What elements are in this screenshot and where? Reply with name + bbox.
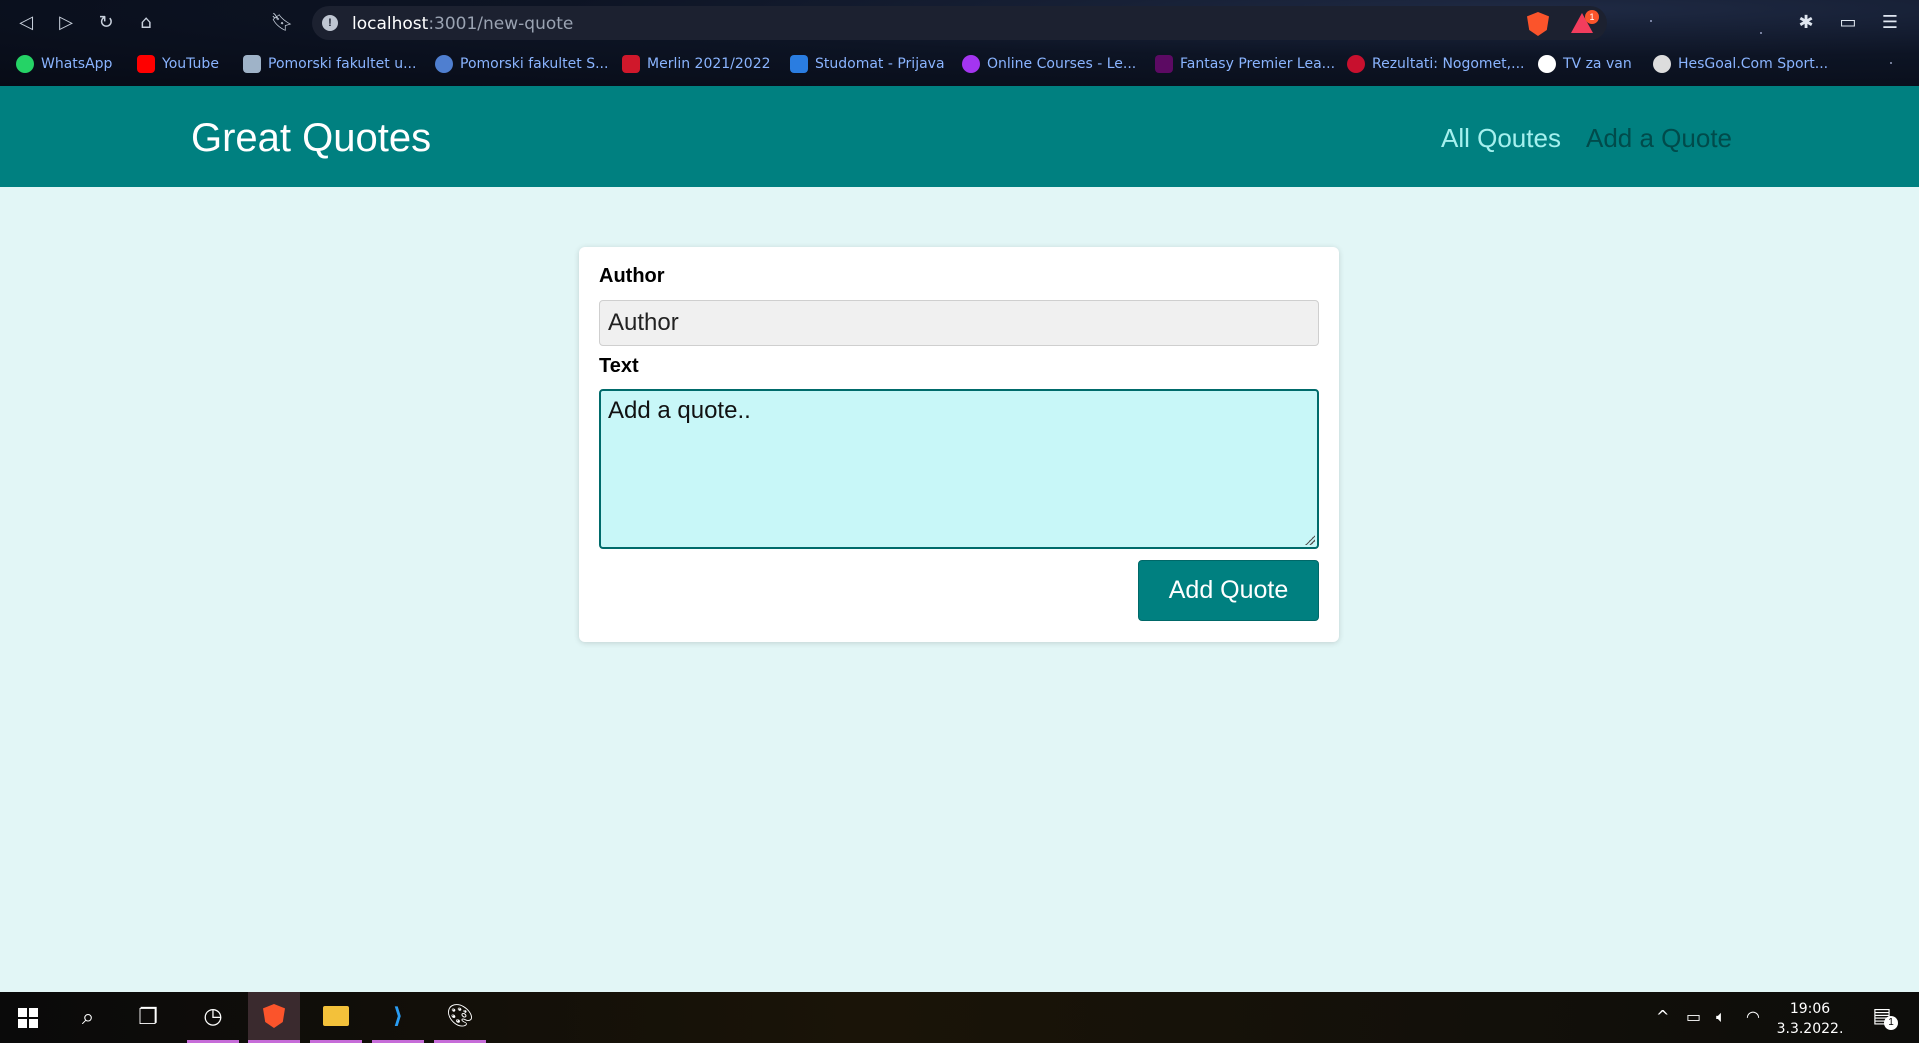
notification-count-badge: 1 — [1884, 1016, 1898, 1030]
rewards-badge: 1 — [1585, 10, 1599, 24]
home-icon[interactable]: ⌂ — [134, 11, 158, 35]
system-clock[interactable]: 19:06 3.3.2022. — [1770, 999, 1850, 1039]
file-explorer-icon[interactable] — [310, 992, 362, 1043]
author-input[interactable] — [599, 300, 1319, 346]
address-bar[interactable]: ! localhost:3001/new-quote 1 — [312, 6, 1607, 40]
bookmark-rezultati[interactable]: Rezultati: Nogomet,... — [1347, 54, 1524, 74]
new-quote-form: Author Text Add Quote — [579, 247, 1339, 642]
windows-logo-icon — [18, 1007, 38, 1028]
add-quote-button[interactable]: Add Quote — [1138, 560, 1319, 621]
studomat-icon — [790, 55, 808, 73]
search-icon[interactable]: ⌕ — [62, 992, 114, 1043]
browser-toolbar: ◁ ▷ ↻ ⌂ 🔖︎ ! localhost:3001/new-quote 1 … — [0, 0, 1919, 46]
bookmarks-bar: WhatsApp YouTube Pomorski fakultet u... … — [0, 50, 1919, 78]
bookmark-hesgoal[interactable]: HesGoal.Com Sport... — [1653, 54, 1828, 74]
bookmark-merlin[interactable]: Merlin 2021/2022 — [622, 54, 771, 74]
bookmark-pomorski-2[interactable]: Pomorski fakultet S... — [435, 54, 608, 74]
bookmark-label: Fantasy Premier Lea... — [1180, 56, 1336, 72]
faculty-s-icon — [435, 55, 453, 73]
bookmark-label: Pomorski fakultet S... — [460, 56, 609, 72]
back-icon[interactable]: ◁ — [14, 11, 38, 35]
wifi-icon[interactable]: ◠ — [1746, 1007, 1760, 1026]
app-header: Great Quotes All Qoutes Add a Quote — [0, 86, 1919, 187]
url-host: localhost — [352, 14, 429, 34]
premier-league-icon — [1155, 55, 1173, 73]
faculty-icon — [243, 55, 261, 73]
brave-shields-icon[interactable] — [1527, 12, 1549, 36]
clock-app-icon[interactable]: ◷ — [187, 992, 239, 1043]
text-label: Text — [599, 355, 639, 377]
battery-icon[interactable]: ▭ — [1686, 1007, 1701, 1026]
reload-icon[interactable]: ↻ — [94, 11, 118, 35]
bookmark-youtube[interactable]: YouTube — [137, 54, 219, 74]
globe-icon — [1538, 55, 1556, 73]
bookmark-label: YouTube — [162, 56, 219, 72]
resize-handle-icon[interactable] — [1305, 535, 1315, 545]
nav-add-quote[interactable]: Add a Quote — [1586, 123, 1732, 154]
browser-chrome: ◁ ▷ ↻ ⌂ 🔖︎ ! localhost:3001/new-quote 1 … — [0, 0, 1919, 86]
volume-icon[interactable]: 🔈︎ — [1716, 1007, 1726, 1027]
site-info-icon[interactable]: ! — [322, 15, 338, 31]
clock-time: 19:06 — [1789, 1001, 1831, 1017]
vscode-icon[interactable]: ⟩ — [372, 992, 424, 1043]
forward-icon[interactable]: ▷ — [54, 11, 78, 35]
bookmark-label: WhatsApp — [41, 56, 113, 72]
bookmark-label: Rezultati: Nogomet,... — [1372, 56, 1525, 72]
wallet-icon[interactable]: ▭ — [1836, 11, 1860, 35]
udemy-icon — [962, 55, 980, 73]
rezultati-icon — [1347, 55, 1365, 73]
bookmark-pomorski-1[interactable]: Pomorski fakultet u... — [243, 54, 416, 74]
football-icon — [1653, 55, 1671, 73]
url-path: :3001/new-quote — [428, 14, 574, 34]
quote-text-input[interactable] — [599, 389, 1319, 549]
brave-browser-icon[interactable] — [248, 992, 300, 1043]
bookmark-studomat[interactable]: Studomat - Prijava — [790, 54, 945, 74]
taskbar: ⌕ ❐ ◷ ⟩ 🎨︎ ^ ▭ 🔈︎ ◠ 19:06 3.3.2022. ▤ 1 — [0, 992, 1919, 1043]
task-view-icon[interactable]: ❐ — [122, 992, 174, 1043]
nav-all-quotes[interactable]: All Qoutes — [1441, 123, 1561, 154]
bookmark-label: TV za van — [1563, 56, 1632, 72]
paint-icon[interactable]: 🎨︎ — [434, 992, 486, 1043]
url-text[interactable]: localhost:3001/new-quote — [352, 14, 573, 34]
author-label: Author — [599, 265, 665, 287]
start-button[interactable] — [2, 992, 54, 1043]
bookmark-label: Online Courses - Le... — [987, 56, 1137, 72]
bookmark-label: Pomorski fakultet u... — [268, 56, 417, 72]
bookmark-whatsapp[interactable]: WhatsApp — [16, 54, 112, 74]
bookmark-label: Studomat - Prijava — [815, 56, 945, 72]
bookmark-label: Merlin 2021/2022 — [647, 56, 771, 72]
bookmark-icon[interactable]: 🔖︎ — [270, 11, 294, 35]
extensions-icon[interactable]: ✱ — [1794, 11, 1818, 35]
menu-icon[interactable]: ☰ — [1878, 11, 1902, 35]
youtube-icon — [137, 55, 155, 73]
whatsapp-icon — [16, 55, 34, 73]
bookmark-tv-za-van[interactable]: TV za van — [1538, 54, 1632, 74]
merlin-icon — [622, 55, 640, 73]
bookmark-label: HesGoal.Com Sport... — [1678, 56, 1829, 72]
brand-title: Great Quotes — [191, 116, 432, 160]
show-hidden-icons-icon[interactable]: ^ — [1656, 1007, 1669, 1026]
clock-date: 3.3.2022. — [1776, 1021, 1844, 1037]
bookmark-fantasy[interactable]: Fantasy Premier Lea... — [1155, 54, 1335, 74]
bookmark-udemy[interactable]: Online Courses - Le... — [962, 54, 1136, 74]
